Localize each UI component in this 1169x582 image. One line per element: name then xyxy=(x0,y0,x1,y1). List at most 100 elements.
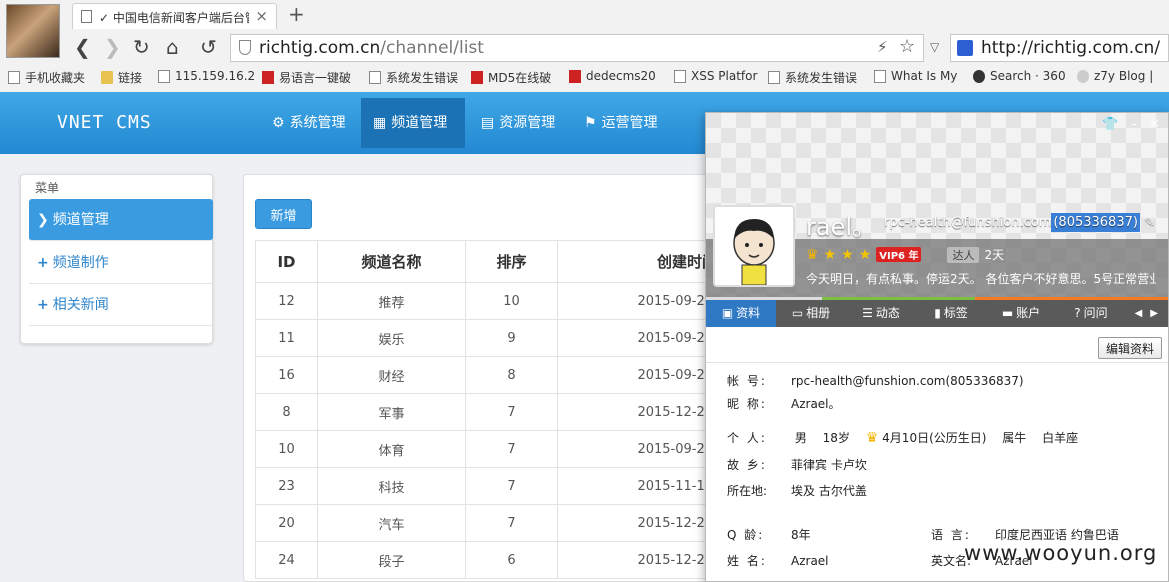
file-icon: ▤ xyxy=(481,115,495,131)
table-row[interactable]: 23 科技 7 2015-11-13 xyxy=(255,467,718,505)
cell-name: 段子 xyxy=(317,541,466,579)
close-icon[interactable]: ✕ xyxy=(1149,117,1160,132)
address-bar[interactable]: richtig.com.cn/channel/list ⚡ ☆ xyxy=(230,34,924,62)
tab-feed[interactable]: ☰ 动态 xyxy=(846,300,916,327)
bookmark-item[interactable]: dedecms20 xyxy=(569,69,656,83)
bookmark-item[interactable]: z7y Blog | xyxy=(1077,69,1153,83)
col-id[interactable]: ID xyxy=(255,240,318,283)
bookmark-label: MD5在线破 xyxy=(488,71,552,85)
bookmark-icon xyxy=(1077,69,1089,83)
reload-icon[interactable]: ↻ xyxy=(133,36,150,58)
bookmark-label: 手机收藏夹 xyxy=(25,71,86,85)
menu-operation[interactable]: ⚑ 运营管理 xyxy=(572,98,670,148)
bookmark-label: 系统发生错误 xyxy=(785,71,858,85)
home-icon[interactable]: ⌂ xyxy=(166,36,179,58)
row-nickname: 昵 称: Azrael。 xyxy=(727,397,841,411)
table-row[interactable]: 8 军事 7 2015-12-23 xyxy=(255,393,718,431)
close-icon[interactable]: × xyxy=(255,7,268,25)
window-controls: 👕 – ✕ xyxy=(1102,117,1160,132)
tab-scroll-arrows[interactable]: ◀▶ xyxy=(1135,300,1168,327)
tab-profile[interactable]: ▣ 资料 xyxy=(706,300,776,327)
bookmark-item[interactable]: Search · 360 xyxy=(973,69,1066,83)
table-row[interactable]: 20 汽车 7 2015-12-23 xyxy=(255,504,718,542)
table-row[interactable]: 12 推荐 10 2015-09-27 xyxy=(255,282,718,320)
bookmark-icon xyxy=(8,71,20,84)
table-row[interactable]: 11 娱乐 9 2015-09-21 xyxy=(255,319,718,357)
browser-chrome: ✓ 中国电信新闻客户端后台管理 × + ❮ ❯ ↻ ⌂ ↺ richtig.co… xyxy=(0,0,1169,92)
minimize-icon[interactable]: – xyxy=(1131,117,1138,132)
star-icon: ★ xyxy=(858,246,872,263)
bookmark-item[interactable]: 115.159.16.2 xyxy=(158,69,255,83)
browser-user-avatar[interactable] xyxy=(6,4,60,58)
back-icon[interactable]: ❮ xyxy=(74,36,91,58)
avatar[interactable] xyxy=(713,205,795,287)
tab-album[interactable]: ▭ 相册 xyxy=(776,300,846,327)
col-name[interactable]: 频道名称 xyxy=(317,240,466,283)
bookmark-item[interactable]: 链接 xyxy=(101,69,142,86)
bookmark-item[interactable]: 手机收藏夹 xyxy=(8,69,85,86)
cell-order: 9 xyxy=(465,319,558,357)
add-button[interactable]: 新增 xyxy=(255,199,312,229)
edit-profile-button[interactable]: 编辑资料 xyxy=(1098,337,1162,359)
cell-id: 24 xyxy=(255,541,318,579)
skin-icon[interactable]: 👕 xyxy=(1102,117,1118,132)
sidebar-item-related-news[interactable]: + 相关新闻 xyxy=(29,284,213,326)
bookmark-item[interactable]: 易语言一键破 xyxy=(262,69,351,86)
forward-icon[interactable]: ❯ xyxy=(104,36,121,58)
baidu-paw-icon xyxy=(957,40,973,56)
edit-icon[interactable]: ✎ xyxy=(1144,215,1155,230)
cell-name: 科技 xyxy=(317,467,466,505)
gear-icon: ⚙ xyxy=(272,115,285,131)
lightning-icon[interactable]: ⚡ xyxy=(877,38,888,56)
qq-profile-panel: 👕 – ✕ rael。 rpc-health@funshion.com (8053… xyxy=(705,112,1169,582)
table-row[interactable]: 16 财经 8 2015-09-21 xyxy=(255,356,718,394)
talent-badge[interactable]: 达人 xyxy=(947,246,980,263)
url-text: richtig.com.cn/channel/list xyxy=(259,38,484,58)
plus-icon: + xyxy=(37,255,49,271)
menu-system[interactable]: ⚙ 系统管理 xyxy=(260,98,358,148)
brand-logo[interactable]: VNET CMS xyxy=(57,112,152,133)
tab-ask[interactable]: ? 问问 xyxy=(1056,300,1126,327)
new-tab-button[interactable]: + xyxy=(288,2,305,26)
chevron-down-icon[interactable]: ▽ xyxy=(930,40,939,54)
bookmark-label: Search · 360 xyxy=(990,69,1066,83)
search-box[interactable]: http://richtig.com.cn/ xyxy=(950,34,1169,62)
tab-account[interactable]: ▬ 账户 xyxy=(986,300,1056,327)
col-created[interactable]: 创建时间 xyxy=(557,240,718,283)
sidebar-item-channel-manage[interactable]: ❯ 频道管理 xyxy=(29,199,213,241)
cell-name: 汽车 xyxy=(317,504,466,542)
channel-table: ID 频道名称 排序 创建时间 12 推荐 10 2015-09-27 11 娱乐 9 201… xyxy=(255,240,718,579)
bookmark-icon xyxy=(158,69,170,83)
menu-channel[interactable]: ▦ 频道管理 xyxy=(361,98,465,148)
bookmark-icon xyxy=(569,69,581,83)
menu-resource[interactable]: ▤ 资源管理 xyxy=(469,98,567,148)
bookmark-label: dedecms20 xyxy=(586,69,656,83)
table-row[interactable]: 10 体育 7 2015-09-21 xyxy=(255,430,718,468)
tab-tags[interactable]: ▮ 标签 xyxy=(916,300,986,327)
wallet-icon: ▬ xyxy=(1001,306,1014,320)
table-row[interactable]: 24 段子 6 2015-12-23 xyxy=(255,541,718,579)
row-qage: Q 龄: 8年 xyxy=(727,528,811,542)
col-order[interactable]: 排序 xyxy=(465,240,558,283)
bookmark-item[interactable]: 系统发生错误 xyxy=(369,69,458,86)
star-icon[interactable]: ☆ xyxy=(899,36,915,57)
bookmark-item[interactable]: XSS Platfor xyxy=(674,69,757,83)
photo-icon: ▭ xyxy=(791,306,804,320)
flag-icon: ⚑ xyxy=(584,115,597,131)
sidebar-item-channel-make[interactable]: + 频道制作 xyxy=(29,242,213,284)
bookmark-icon: ▮ xyxy=(934,306,941,320)
cell-date: 2015-09-27 xyxy=(557,282,718,320)
bookmark-label: 易语言一键破 xyxy=(279,71,352,85)
star-icon: ★ xyxy=(823,246,837,263)
cell-name: 体育 xyxy=(317,430,466,468)
bookmark-item[interactable]: MD5在线破 xyxy=(471,69,551,86)
undo-icon[interactable]: ↺ xyxy=(200,36,217,58)
cell-date: 2015-09-21 xyxy=(557,319,718,357)
bookmark-item[interactable]: What Is My xyxy=(874,69,957,83)
days-label: 2天 xyxy=(984,248,1005,262)
browser-tab[interactable]: ✓ 中国电信新闻客户端后台管理 × xyxy=(72,3,277,29)
cell-name: 军事 xyxy=(317,393,466,431)
bookmark-icon xyxy=(262,71,274,84)
bookmark-item[interactable]: 系统发生错误 xyxy=(768,69,857,86)
vip-badge[interactable]: VIP6 年 xyxy=(876,247,922,262)
